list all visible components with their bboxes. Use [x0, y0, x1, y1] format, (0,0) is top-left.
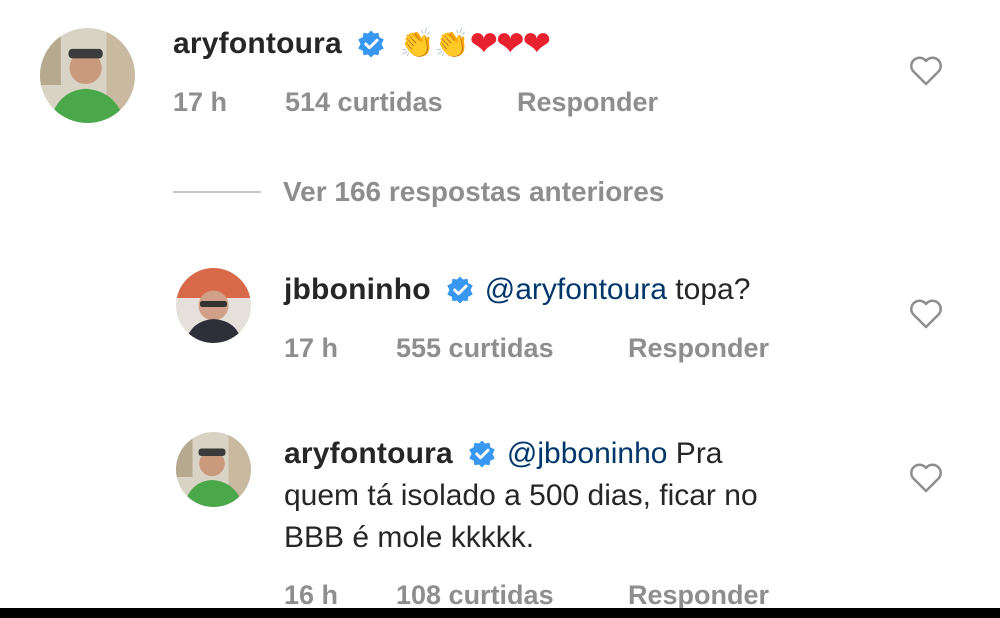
reply-button[interactable]: Responder [628, 579, 769, 611]
comment-time: 17 h [284, 333, 339, 363]
likes-count[interactable]: 108 curtidas [396, 579, 628, 611]
like-heart-icon[interactable] [909, 462, 943, 494]
mention-link[interactable]: @jbboninho [507, 433, 668, 475]
divider-line [173, 191, 261, 193]
verified-badge-icon [445, 275, 475, 305]
comment-time: 17 h [173, 87, 228, 117]
reply-button[interactable]: Responder [517, 86, 658, 118]
comment-text: topa? [666, 273, 751, 306]
bottom-border [0, 608, 1000, 618]
verified-badge-icon [356, 29, 386, 59]
likes-count[interactable]: 555 curtidas [396, 332, 628, 364]
likes-count[interactable]: 514 curtidas [285, 86, 517, 118]
like-heart-icon[interactable] [909, 298, 943, 330]
comment-text: quem tá isolado a 500 dias, ficar no [284, 479, 758, 512]
mention-link[interactable]: @aryfontoura [485, 272, 667, 308]
avatar[interactable] [40, 28, 135, 123]
username[interactable]: aryfontoura [173, 26, 342, 62]
username[interactable]: jbboninho [284, 272, 431, 308]
view-replies-label: Ver 166 respostas anteriores [283, 176, 665, 207]
clapping-hands-emoji: 👏👏 [399, 28, 470, 59]
avatar[interactable] [176, 268, 251, 343]
username[interactable]: aryfontoura [284, 433, 453, 475]
red-hearts-emoji: ❤❤❤ [469, 25, 551, 63]
verified-badge-icon [467, 439, 497, 469]
comment-time: 16 h [284, 580, 339, 610]
comment-text: BBB é mole kkkkk. [284, 521, 535, 554]
view-previous-replies-button[interactable]: Ver 166 respostas anteriores [173, 176, 664, 208]
avatar[interactable] [176, 432, 251, 507]
like-heart-icon[interactable] [909, 55, 943, 87]
comment-text: Pra [667, 437, 723, 470]
reply-button[interactable]: Responder [628, 332, 769, 364]
